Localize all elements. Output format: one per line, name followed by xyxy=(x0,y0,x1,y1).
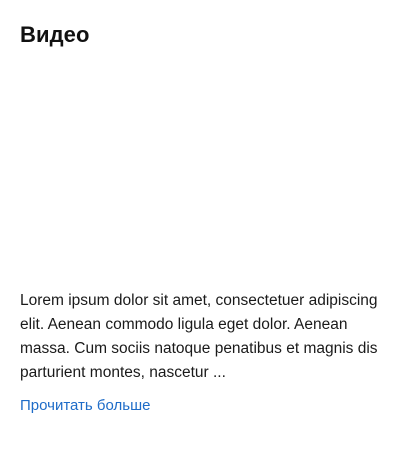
video-player-area[interactable] xyxy=(20,62,380,272)
video-description: Lorem ipsum dolor sit amet, consectetuer… xyxy=(20,292,378,381)
read-more-link[interactable]: Прочитать больше xyxy=(20,394,150,418)
section-title: Видео xyxy=(20,22,90,47)
video-section-card: Видео Lorem ipsum dolor sit amet, consec… xyxy=(0,0,400,450)
